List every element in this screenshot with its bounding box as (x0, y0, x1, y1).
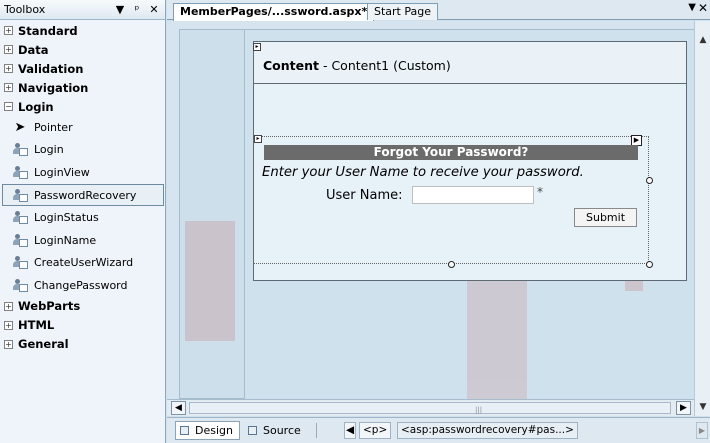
scroll-right-icon[interactable]: ▶ (676, 401, 691, 415)
tab-start-page[interactable]: Start Page (367, 3, 438, 20)
createuserwizard-control-icon (12, 255, 28, 270)
toolbox-title: Toolbox (4, 3, 46, 16)
toolbox-item-label: LoginView (34, 165, 90, 179)
design-view-icon (180, 426, 189, 435)
design-surface[interactable]: Content - Content1 (Custom) ▸ ▸ ▶ Forgot… (167, 21, 694, 399)
resize-handle-right[interactable] (646, 177, 653, 184)
category-label: Navigation (18, 80, 89, 95)
toolbox-item-changepassword[interactable]: ChangePassword (0, 274, 165, 297)
category-login[interactable]: − Login (0, 97, 165, 116)
expand-icon[interactable]: + (4, 64, 13, 73)
dropdown-arrow-icon[interactable]: ▼ (113, 3, 127, 16)
expand-icon[interactable]: + (4, 301, 13, 311)
content-title: Content (263, 58, 319, 73)
expand-icon[interactable]: + (4, 83, 13, 92)
source-view-label: Source (263, 424, 301, 437)
toolbox-item-label: ChangePassword (34, 278, 128, 292)
category-validation[interactable]: + Validation (0, 59, 165, 78)
crumb-next-icon[interactable]: ▶ (696, 422, 708, 439)
category-label: Data (18, 42, 49, 57)
user-name-label: User Name: (326, 188, 403, 203)
category-label: General (18, 337, 69, 352)
toolbox-item-loginname[interactable]: LoginName (0, 229, 165, 252)
expand-icon[interactable]: + (4, 45, 13, 54)
expand-icon[interactable]: + (4, 26, 13, 35)
required-marker: * (537, 185, 543, 199)
category-standard[interactable]: + Standard (0, 21, 165, 40)
recovery-title: Forgot Your Password? (264, 145, 638, 160)
close-document-icon[interactable]: ✕ (698, 1, 708, 15)
toolbox-panel: Toolbox ▼ ᵖ ✕ + Standard + Data + Validatio… (0, 0, 166, 443)
toolbox-item-label: PasswordRecovery (34, 188, 137, 202)
content-header: Content - Content1 (Custom) (254, 42, 686, 84)
changepassword-control-icon (12, 278, 28, 293)
content-glyph-icon: ▸ (253, 43, 261, 51)
toolbox-item-label: CreateUserWizard (34, 256, 134, 270)
user-name-input[interactable] (412, 186, 534, 204)
toolbox-item-pointer[interactable]: ➤ Pointer (0, 116, 165, 139)
layout-left-column (179, 29, 245, 399)
editor-area: MemberPages/...ssword.aspx* Start Page ▼… (167, 0, 710, 443)
toolbox-item-label: LoginStatus (34, 211, 99, 225)
expand-icon[interactable]: + (4, 339, 13, 349)
document-tabs: MemberPages/...ssword.aspx* Start Page ▼… (167, 0, 710, 21)
design-view-label: Design (195, 424, 233, 437)
toolbox-item-loginview[interactable]: LoginView (0, 161, 165, 184)
horizontal-scrollbar[interactable]: ◀ ||| ▶ (167, 399, 694, 416)
category-general[interactable]: + General (0, 335, 165, 354)
crumb-passwordrecovery-tag[interactable]: <asp:passwordrecovery#pas...> (397, 422, 578, 439)
category-label: Login (18, 99, 54, 114)
collapse-icon[interactable]: − (4, 102, 13, 111)
crumb-p-tag[interactable]: <p> (359, 422, 392, 439)
design-view-button[interactable]: Design (175, 421, 240, 440)
category-data[interactable]: + Data (0, 40, 165, 59)
category-label: Standard (18, 23, 78, 38)
tab-memberpages[interactable]: MemberPages/...ssword.aspx* (173, 3, 375, 21)
category-label: HTML (18, 318, 55, 333)
toolbox-item-loginstatus[interactable]: LoginStatus (0, 206, 165, 229)
resize-handle-corner[interactable] (646, 261, 653, 268)
submit-button[interactable]: Submit (574, 208, 637, 227)
content-subtitle: - Content1 (Custom) (319, 58, 451, 73)
login-control-icon (12, 142, 28, 157)
toolbox-item-passwordrecovery[interactable]: PasswordRecovery (2, 183, 164, 207)
passwordrecovery-control-icon (12, 188, 28, 203)
toolbox-item-label: LoginName (34, 233, 97, 247)
loginview-control-icon (12, 165, 28, 180)
recovery-instruction: Enter your User Name to receive your pas… (262, 165, 584, 180)
toolbox-list: + Standard + Data + Validation + Navigation … (0, 20, 165, 354)
loginstatus-control-icon (12, 210, 28, 225)
category-label: Validation (18, 61, 84, 76)
scroll-left-icon[interactable]: ◀ (171, 401, 186, 415)
toolbox-item-label: Login (34, 143, 64, 157)
scroll-thumb[interactable]: ||| (189, 402, 671, 414)
toolbox-header: Toolbox ▼ ᵖ ✕ (0, 0, 165, 20)
category-label: WebParts (18, 299, 81, 314)
control-glyph-icon: ▸ (254, 135, 262, 143)
close-icon[interactable]: ✕ (147, 3, 161, 16)
toolbox-item-createuserwizard[interactable]: CreateUserWizard (0, 252, 165, 275)
scroll-down-icon[interactable]: ▼ (697, 400, 709, 414)
resize-handle-bottom[interactable] (448, 261, 455, 268)
source-view-icon (248, 426, 257, 435)
category-navigation[interactable]: + Navigation (0, 78, 165, 97)
pointer-icon: ➤ (14, 119, 26, 135)
source-view-button[interactable]: Source (244, 421, 307, 440)
category-html[interactable]: + HTML (0, 316, 165, 335)
pin-icon[interactable]: ᵖ (130, 3, 144, 16)
vs-designer-window: Toolbox ▼ ᵖ ✕ + Standard + Data + Validatio… (0, 0, 710, 443)
view-statusbar: Design Source ◀ <p> <asp:passwordrecover… (167, 417, 710, 443)
expand-icon[interactable]: + (4, 320, 13, 330)
toolbox-item-label: Pointer (34, 120, 73, 134)
crumb-prev-icon[interactable]: ◀ (344, 422, 356, 439)
loginname-control-icon (12, 233, 28, 248)
password-recovery-control[interactable]: ▸ ▶ Forgot Your Password? Enter your Use… (253, 135, 653, 268)
scroll-up-icon[interactable]: ▲ (697, 33, 709, 47)
tab-list-dropdown-icon[interactable]: ▼ (688, 2, 696, 13)
toolbox-item-login[interactable]: Login (0, 139, 165, 162)
divider (316, 423, 317, 438)
vertical-scrollbar[interactable]: ▲ ▼ (694, 21, 710, 416)
category-webparts[interactable]: + WebParts (0, 297, 165, 316)
